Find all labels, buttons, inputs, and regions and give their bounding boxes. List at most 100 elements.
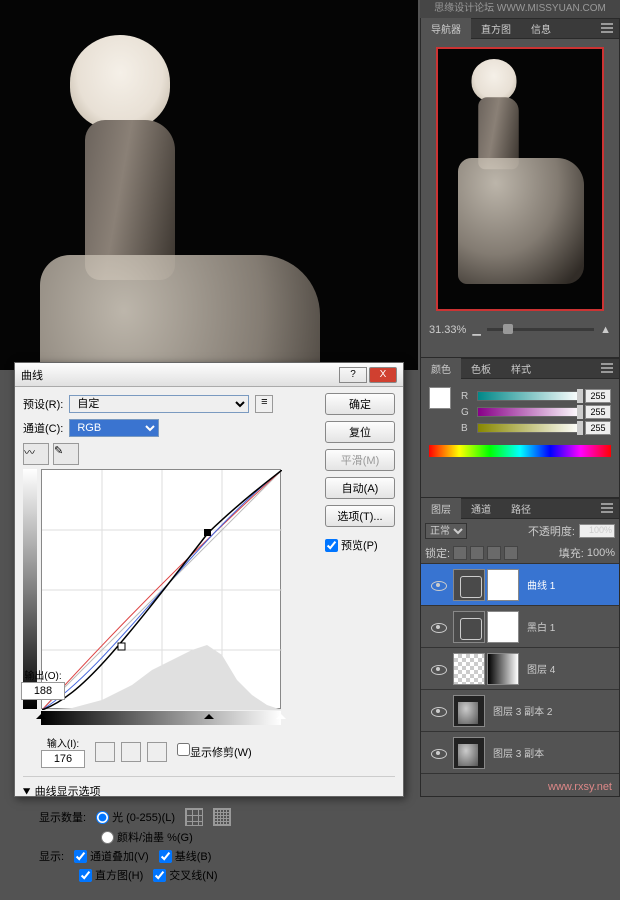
ink-radio[interactable]: 颜料/油墨 %(G)	[101, 829, 193, 845]
grid-size-icon[interactable]	[185, 808, 203, 826]
preset-label: 预设(R):	[23, 396, 63, 412]
layer-thumb[interactable]	[453, 611, 485, 643]
zoom-out-icon[interactable]: ▁	[472, 323, 480, 336]
g-value[interactable]: 255	[585, 405, 611, 419]
tab-swatches[interactable]: 色板	[461, 358, 501, 379]
curve-tool-icon[interactable]: 〰	[23, 443, 49, 465]
layer-name[interactable]: 图层 3 副本 2	[493, 703, 552, 718]
visibility-icon[interactable]	[429, 576, 447, 594]
layer-item[interactable]: 图层 4	[421, 648, 619, 690]
g-slider[interactable]	[477, 407, 581, 417]
show-clipping-checkbox[interactable]: 显示修剪(W)	[177, 743, 252, 760]
panel-menu-icon[interactable]	[601, 502, 615, 514]
visibility-icon[interactable]	[429, 744, 447, 762]
curve-display-options[interactable]: 曲线显示选项 显示数量: 光 (0-255)(L) 颜料/油墨 %(G) 显示:…	[23, 776, 395, 892]
light-radio[interactable]: 光 (0-255)(L)	[96, 809, 175, 825]
black-point-eyedropper-icon[interactable]	[95, 742, 115, 762]
show-label: 显示:	[39, 848, 64, 864]
panel-menu-icon[interactable]	[601, 362, 615, 374]
tab-styles[interactable]: 样式	[501, 358, 541, 379]
dialog-title: 曲线	[21, 367, 337, 383]
navigator-thumbnail[interactable]	[436, 47, 604, 311]
preview-checkbox[interactable]: 预览(P)	[325, 537, 395, 553]
tab-layers[interactable]: 图层	[421, 498, 461, 519]
smooth-button[interactable]: 平滑(M)	[325, 449, 395, 471]
tab-paths[interactable]: 路径	[501, 498, 541, 519]
visibility-icon[interactable]	[429, 702, 447, 720]
opacity-value[interactable]: 100%	[579, 524, 615, 538]
layer-item[interactable]: 图层 3 副本	[421, 732, 619, 774]
ok-button[interactable]: 确定	[325, 393, 395, 415]
layer-list: 曲线 1 黑白 1 图层 4 图层 3 副本 2 图层 3 副本	[421, 564, 619, 774]
layer-mask[interactable]	[487, 653, 519, 685]
baseline-checkbox[interactable]: 基线(B)	[159, 848, 212, 864]
fill-label: 填充:	[559, 545, 584, 561]
r-value[interactable]: 255	[585, 389, 611, 403]
b-slider[interactable]	[477, 423, 581, 433]
lock-pixels-icon[interactable]	[470, 546, 484, 560]
fill-value[interactable]: 100%	[587, 547, 615, 559]
white-point-eyedropper-icon[interactable]	[147, 742, 167, 762]
histogram-checkbox[interactable]: 直方图(H)	[79, 867, 143, 883]
curve-graph[interactable]	[41, 469, 281, 709]
layer-name[interactable]: 黑白 1	[527, 619, 555, 634]
foreground-swatch[interactable]	[429, 387, 451, 409]
layer-mask[interactable]	[487, 611, 519, 643]
layer-thumb[interactable]	[453, 737, 485, 769]
tab-channels[interactable]: 通道	[461, 498, 501, 519]
layer-item[interactable]: 曲线 1	[421, 564, 619, 606]
visibility-icon[interactable]	[429, 618, 447, 636]
layer-thumb[interactable]	[453, 653, 485, 685]
grid-size-icon[interactable]	[213, 808, 231, 826]
layer-mask[interactable]	[487, 569, 519, 601]
panel-menu-icon[interactable]	[601, 22, 615, 34]
pencil-tool-icon[interactable]: ✎	[53, 443, 79, 465]
intersection-checkbox[interactable]: 交叉线(N)	[153, 867, 217, 883]
minimize-button[interactable]: ?	[339, 367, 367, 383]
lock-all-icon[interactable]	[504, 546, 518, 560]
g-label: G	[461, 407, 473, 418]
b-value[interactable]: 255	[585, 421, 611, 435]
show-amount-label: 显示数量:	[39, 809, 86, 825]
layer-thumb[interactable]	[453, 569, 485, 601]
layer-name[interactable]: 曲线 1	[527, 577, 555, 592]
lock-position-icon[interactable]	[487, 546, 501, 560]
output-label: 输出(O):	[21, 667, 65, 682]
gray-point-eyedropper-icon[interactable]	[121, 742, 141, 762]
dialog-titlebar[interactable]: 曲线 ? X	[15, 363, 403, 387]
input-label: 输入(I):	[41, 735, 85, 750]
zoom-in-icon[interactable]: ▲	[600, 324, 611, 336]
lock-transparent-icon[interactable]	[453, 546, 467, 560]
tab-navigator[interactable]: 导航器	[421, 18, 471, 39]
channel-label: 通道(C):	[23, 420, 63, 436]
layer-name[interactable]: 图层 4	[527, 661, 555, 676]
tab-info[interactable]: 信息	[521, 18, 561, 39]
canvas-image	[0, 0, 418, 370]
blend-mode-select[interactable]: 正常	[425, 523, 467, 539]
curves-dialog: 曲线 ? X 确定 复位 平滑(M) 自动(A) 选项(T)... 预览(P) …	[14, 362, 404, 797]
channel-select[interactable]: RGB	[69, 419, 159, 437]
visibility-icon[interactable]	[429, 660, 447, 678]
layer-name[interactable]: 图层 3 副本	[493, 745, 544, 760]
close-button[interactable]: X	[369, 367, 397, 383]
input-value[interactable]	[41, 750, 85, 768]
preset-menu-icon[interactable]: ≡	[255, 395, 273, 413]
zoom-slider[interactable]	[487, 328, 594, 331]
auto-button[interactable]: 自动(A)	[325, 477, 395, 499]
output-value[interactable]	[21, 682, 65, 700]
options-button[interactable]: 选项(T)...	[325, 505, 395, 527]
input-ramp[interactable]	[41, 711, 281, 725]
tab-color[interactable]: 颜色	[421, 358, 461, 379]
layer-item[interactable]: 黑白 1	[421, 606, 619, 648]
cancel-button[interactable]: 复位	[325, 421, 395, 443]
lock-label: 锁定:	[425, 545, 450, 561]
r-slider[interactable]	[477, 391, 581, 401]
hue-strip[interactable]	[429, 445, 611, 457]
layer-item[interactable]: 图层 3 副本 2	[421, 690, 619, 732]
zoom-value: 31.33%	[429, 324, 466, 336]
layer-thumb[interactable]	[453, 695, 485, 727]
preset-select[interactable]: 自定	[69, 395, 249, 413]
b-label: B	[461, 423, 473, 434]
tab-histogram[interactable]: 直方图	[471, 18, 521, 39]
channel-overlay-checkbox[interactable]: 通道叠加(V)	[74, 848, 149, 864]
